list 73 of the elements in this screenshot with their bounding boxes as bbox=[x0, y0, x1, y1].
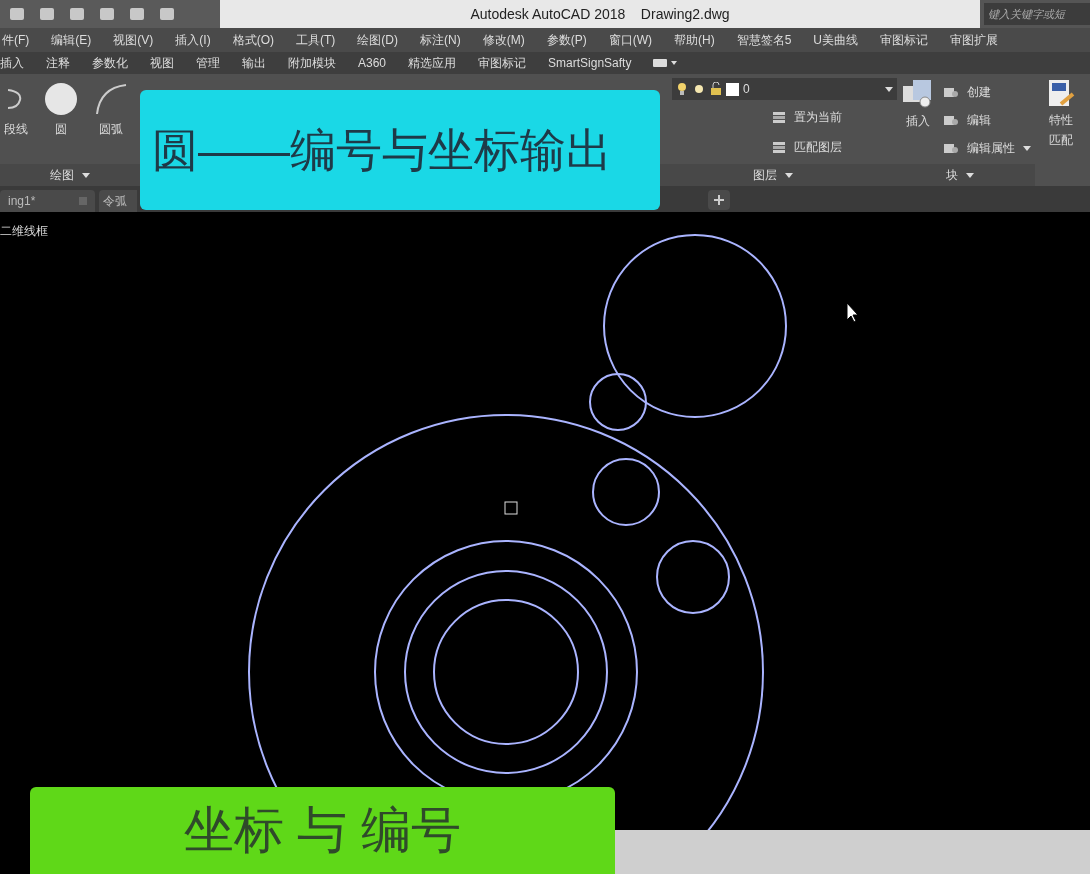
layer-stack-icon bbox=[772, 110, 786, 124]
layer-action-button[interactable]: 置为当前 bbox=[672, 104, 885, 130]
menu-item[interactable]: 审图扩展 bbox=[950, 31, 998, 49]
menu-item[interactable]: 编辑(E) bbox=[51, 31, 92, 49]
search-field[interactable]: 键入关键字或短 bbox=[984, 3, 1090, 25]
arc-icon bbox=[94, 82, 128, 116]
insert-block-button[interactable]: 插入 bbox=[901, 78, 935, 164]
menu-item[interactable]: 视图(V) bbox=[113, 31, 154, 49]
panel-title: 图层 bbox=[752, 167, 777, 184]
block-action-button[interactable]: 创建 bbox=[943, 78, 1031, 106]
menu-item[interactable]: 审图标记 bbox=[880, 31, 928, 49]
ribbon-tab[interactable]: 管理 bbox=[196, 54, 220, 72]
button-label: 匹配 bbox=[1049, 132, 1073, 148]
ribbon-tab[interactable]: 审图标记 bbox=[478, 54, 527, 72]
menu-item[interactable]: 插入(I) bbox=[175, 31, 211, 49]
match-properties-button[interactable]: 特性 匹配 bbox=[1035, 74, 1075, 186]
caret-icon bbox=[784, 172, 793, 178]
ribbon-tab[interactable]: SmartSignSafty bbox=[548, 54, 632, 72]
window-title: Autodesk AutoCAD 2018 Drawing2.dwg bbox=[469, 4, 731, 24]
layer-name: 0 bbox=[743, 81, 751, 98]
block-icon bbox=[943, 141, 959, 155]
panel-toggle-icon[interactable] bbox=[653, 58, 678, 68]
ribbon-tab[interactable]: 注释 bbox=[46, 54, 70, 72]
circle-icon bbox=[44, 82, 78, 116]
menu-item[interactable]: U美曲线 bbox=[813, 31, 858, 49]
caret-icon bbox=[82, 172, 90, 178]
sun-icon bbox=[692, 82, 706, 96]
ribbon-tool-button[interactable]: 段线 bbox=[4, 82, 28, 138]
menu-item[interactable]: 修改(M) bbox=[482, 31, 525, 49]
ribbon-tab[interactable]: 视图 bbox=[150, 54, 174, 72]
menu-item[interactable]: 件(F) bbox=[2, 31, 30, 49]
menu-item[interactable]: 格式(O) bbox=[232, 31, 274, 49]
layer-stack-icon bbox=[772, 140, 786, 154]
menu-item[interactable]: 参数(P) bbox=[546, 31, 587, 49]
block-action-button[interactable]: 编辑属性 bbox=[943, 134, 1031, 162]
color-swatch bbox=[726, 82, 739, 96]
panel-title: 绘图 bbox=[50, 167, 74, 184]
caret-icon bbox=[966, 172, 974, 178]
ribbon-tab[interactable]: 输出 bbox=[242, 54, 266, 72]
ribbon-tab[interactable]: 附加模块 bbox=[288, 54, 336, 72]
viewport-label: 二维线框 bbox=[0, 223, 48, 240]
ribbon-tab[interactable]: 参数化 bbox=[92, 54, 128, 72]
light-bulb-icon bbox=[676, 82, 688, 96]
layer-action-button[interactable]: 匹配图层 bbox=[672, 134, 885, 160]
panel-title: 块 bbox=[946, 167, 958, 184]
caret-icon bbox=[1023, 145, 1031, 151]
ribbon-tool-button[interactable]: 圆弧 bbox=[94, 82, 128, 138]
menu-item[interactable]: 窗口(W) bbox=[608, 31, 652, 49]
new-tab-button[interactable] bbox=[708, 190, 730, 210]
menu-item[interactable]: 标注(N) bbox=[420, 31, 461, 49]
ribbon-tab[interactable]: A360 bbox=[358, 54, 387, 72]
properties-icon bbox=[1047, 78, 1075, 108]
layer-dropdown[interactable]: 0 bbox=[672, 78, 897, 100]
caption-text: 坐标 与 编号 bbox=[183, 801, 462, 860]
caption-text: 圆——编号与坐标输出 bbox=[152, 122, 612, 178]
file-tab[interactable]: ing1* bbox=[0, 190, 95, 212]
button-label: 特性 bbox=[1049, 112, 1073, 128]
block-icon bbox=[943, 85, 959, 99]
cursor-icon bbox=[846, 302, 859, 323]
menu-item[interactable]: 帮助(H) bbox=[674, 31, 715, 49]
plus-icon bbox=[714, 195, 724, 205]
menu-item[interactable]: 绘图(D) bbox=[357, 31, 398, 49]
ribbon-tab[interactable]: 插入 bbox=[0, 54, 24, 72]
pickbox-icon bbox=[504, 501, 518, 515]
menu-item[interactable]: 智慧签名5 bbox=[736, 31, 792, 49]
caret-icon bbox=[885, 86, 893, 92]
block-action-button[interactable]: 编辑 bbox=[943, 106, 1031, 134]
ribbon-tab[interactable]: 精选应用 bbox=[408, 54, 457, 72]
ribbon-tool-button[interactable]: 圆 bbox=[44, 82, 78, 138]
file-tab[interactable]: 令弧 bbox=[99, 190, 137, 212]
block-icon bbox=[943, 113, 959, 127]
menu-item[interactable]: 工具(T) bbox=[296, 31, 336, 49]
lock-icon bbox=[710, 82, 722, 96]
